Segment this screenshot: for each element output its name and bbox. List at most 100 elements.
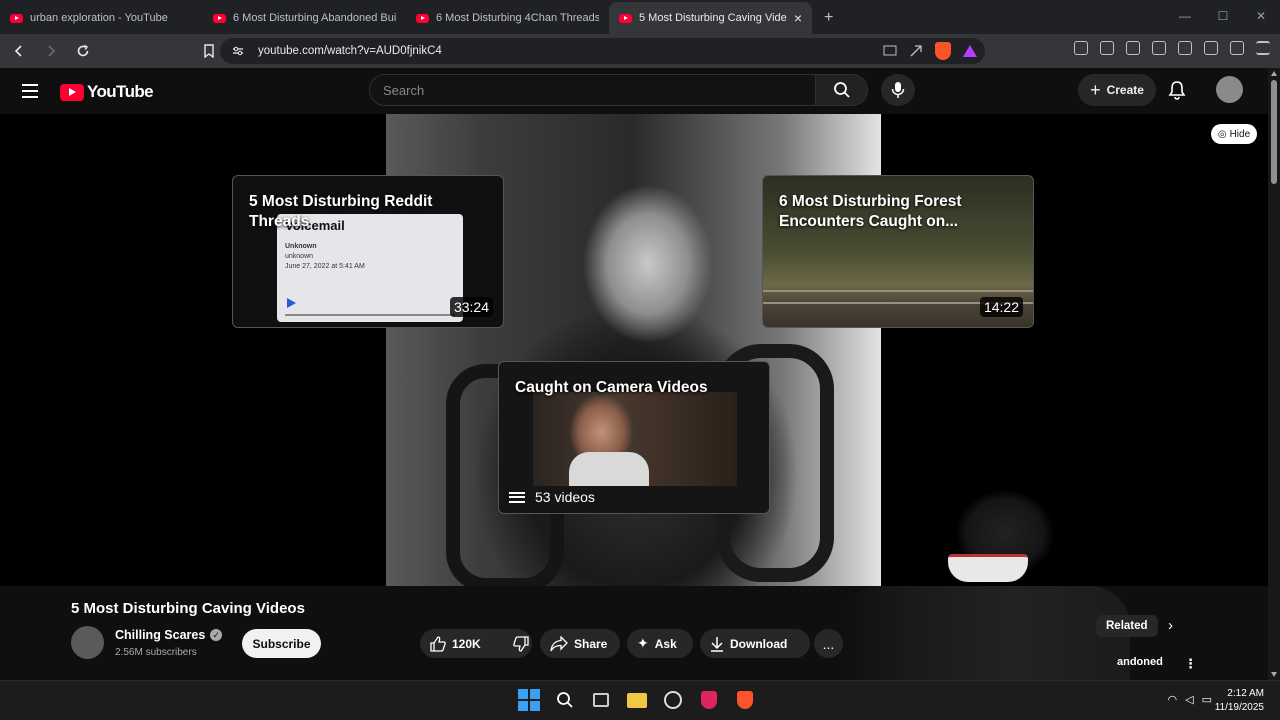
video-player[interactable]: ◎ Hide Voicemail Unknown unknown June 27…: [0, 114, 1268, 586]
notifications-button[interactable]: [1168, 80, 1186, 105]
brave-shields-icon[interactable]: [935, 42, 951, 60]
windows-taskbar: ◠ ◁ ▭ 2:12 AM 11/19/2025: [0, 680, 1280, 720]
clock-date: 11/19/2025: [1214, 702, 1264, 713]
scroll-up-icon[interactable]: [1271, 71, 1277, 76]
back-button[interactable]: [6, 38, 32, 64]
browser-tab[interactable]: urban exploration - YouTube: [0, 2, 203, 34]
close-tab-icon[interactable]: ×: [794, 10, 802, 26]
suggested-video-title[interactable]: andoned: [1117, 656, 1163, 668]
endscreen-video-card[interactable]: Voicemail Unknown unknown June 27, 2022 …: [232, 175, 504, 328]
minimize-icon[interactable]: —: [1166, 0, 1204, 32]
youtube-logo-text: YouTube: [87, 82, 154, 101]
endscreen-playlist-card[interactable]: Caught on Camera Videos 53 videos: [498, 361, 770, 514]
download-button[interactable]: Download: [700, 629, 810, 658]
leo-ai-icon[interactable]: [1204, 41, 1218, 55]
file-explorer-icon[interactable]: [626, 689, 648, 711]
cast-icon[interactable]: [883, 45, 897, 57]
extensions-icon[interactable]: [1074, 41, 1088, 55]
windows-start-icon[interactable]: [518, 689, 540, 711]
youtube-favicon-icon: [619, 13, 632, 23]
volume-icon[interactable]: ◁: [1185, 693, 1193, 706]
window-controls: — ☐ ✕: [1166, 0, 1280, 32]
webcam-detail: [948, 554, 1028, 582]
wifi-icon[interactable]: ◠: [1168, 693, 1178, 706]
channel-name[interactable]: Chilling Scares ✓: [115, 628, 223, 642]
scroll-down-icon[interactable]: [1271, 672, 1277, 677]
reader-icon[interactable]: [1152, 41, 1166, 55]
forward-button[interactable]: [38, 38, 64, 64]
browser-tab[interactable]: 6 Most Disturbing Abandoned Buildi: [203, 2, 406, 34]
taskbar-apps: [518, 689, 756, 711]
wallet-icon[interactable]: [1178, 41, 1192, 55]
taskbar-search-icon[interactable]: [554, 689, 576, 711]
youtube-favicon-icon: [416, 13, 429, 23]
subscribe-button[interactable]: Subscribe: [242, 629, 321, 658]
subscriber-count: 2.56M subscribers: [115, 647, 197, 658]
brave-browser-icon[interactable]: [734, 689, 756, 711]
endcard-duration: 14:22: [979, 297, 1023, 317]
share-page-icon[interactable]: [909, 44, 923, 58]
shield-app-icon[interactable]: [698, 689, 720, 711]
like-count: 120K: [452, 636, 481, 651]
share-button[interactable]: Share: [540, 629, 620, 658]
download-icon: [711, 636, 723, 652]
new-tab-button[interactable]: +: [812, 2, 845, 34]
like-button[interactable]: 120K: [420, 629, 491, 658]
hamburger-menu-icon[interactable]: [22, 84, 38, 98]
channel-avatar[interactable]: [71, 626, 104, 659]
obs-icon[interactable]: [662, 689, 684, 711]
hide-endscreen-button[interactable]: ◎ Hide: [1211, 124, 1257, 144]
thumbnail-lines: Unknown unknown June 27, 2022 at 5:41 AM: [285, 242, 365, 272]
vpn-icon[interactable]: [1230, 41, 1244, 55]
ask-label: Ask: [654, 636, 677, 651]
taskbar-clock[interactable]: 2:12 AM 11/19/2025: [1215, 687, 1264, 715]
more-actions-button[interactable]: ...: [814, 629, 843, 658]
bell-icon: [1168, 81, 1186, 100]
reload-button[interactable]: [70, 38, 96, 64]
endcard-title: 6 Most Disturbing Forest Encounters Caug…: [779, 193, 962, 230]
menu-icon[interactable]: [1256, 41, 1270, 55]
playlist-count: 53 videos: [509, 489, 595, 505]
scrollbar-thumb[interactable]: [1271, 80, 1277, 184]
site-settings-icon[interactable]: [232, 45, 244, 57]
address-bar[interactable]: youtube.com/watch?v=AUD0fjnikC4: [220, 38, 985, 64]
system-tray: ◠ ◁ ▭: [1168, 693, 1212, 706]
dislike-button[interactable]: [503, 629, 539, 658]
battery-icon[interactable]: ▭: [1202, 693, 1212, 706]
play-icon: [287, 298, 296, 308]
endscreen-video-card[interactable]: 6 Most Disturbing Forest Encounters Caug…: [762, 175, 1034, 328]
media-icon[interactable]: [1126, 41, 1140, 55]
ask-button[interactable]: ✦ Ask: [627, 629, 693, 658]
endcard-thumbnail-detail: [569, 452, 649, 486]
create-button[interactable]: + Create: [1078, 74, 1156, 106]
youtube-logo[interactable]: YouTube: [60, 82, 154, 102]
sidebar-toggle-icon[interactable]: [1100, 41, 1114, 55]
playlist-icon: [509, 491, 525, 503]
tab-title: 5 Most Disturbing Caving Videos: [639, 12, 787, 24]
chevron-right-icon[interactable]: ›: [1168, 617, 1173, 634]
maximize-icon[interactable]: ☐: [1204, 0, 1242, 32]
microphone-icon: [891, 82, 905, 98]
download-label: Download: [730, 636, 788, 651]
browser-tab[interactable]: 6 Most Disturbing 4Chan Threads - Y: [406, 2, 609, 34]
kebab-menu-icon[interactable]: ⋮: [1184, 656, 1197, 672]
task-view-icon[interactable]: [590, 689, 612, 711]
create-label: Create: [1106, 83, 1144, 97]
bookmark-icon[interactable]: [196, 38, 222, 64]
close-window-icon[interactable]: ✕: [1242, 0, 1280, 32]
chip-related[interactable]: Related: [1096, 615, 1158, 637]
browser-tab-active[interactable]: 5 Most Disturbing Caving Videos ×: [609, 2, 812, 34]
search-input[interactable]: Search: [369, 74, 816, 106]
voice-search-button[interactable]: [881, 74, 915, 106]
youtube-favicon-icon: [213, 13, 226, 23]
account-avatar[interactable]: [1216, 76, 1243, 103]
share-label: Share: [574, 636, 608, 651]
search-button[interactable]: [816, 74, 868, 106]
video-title: 5 Most Disturbing Caving Videos: [71, 600, 305, 617]
brave-rewards-icon[interactable]: [963, 45, 977, 57]
eye-off-icon: ◎: [1217, 128, 1227, 140]
youtube-favicon-icon: [10, 13, 23, 23]
page-scrollbar[interactable]: [1268, 68, 1280, 680]
playlist-count-label: 53 videos: [535, 489, 595, 505]
browser-toolbar: youtube.com/watch?v=AUD0fjnikC4: [0, 34, 1280, 68]
